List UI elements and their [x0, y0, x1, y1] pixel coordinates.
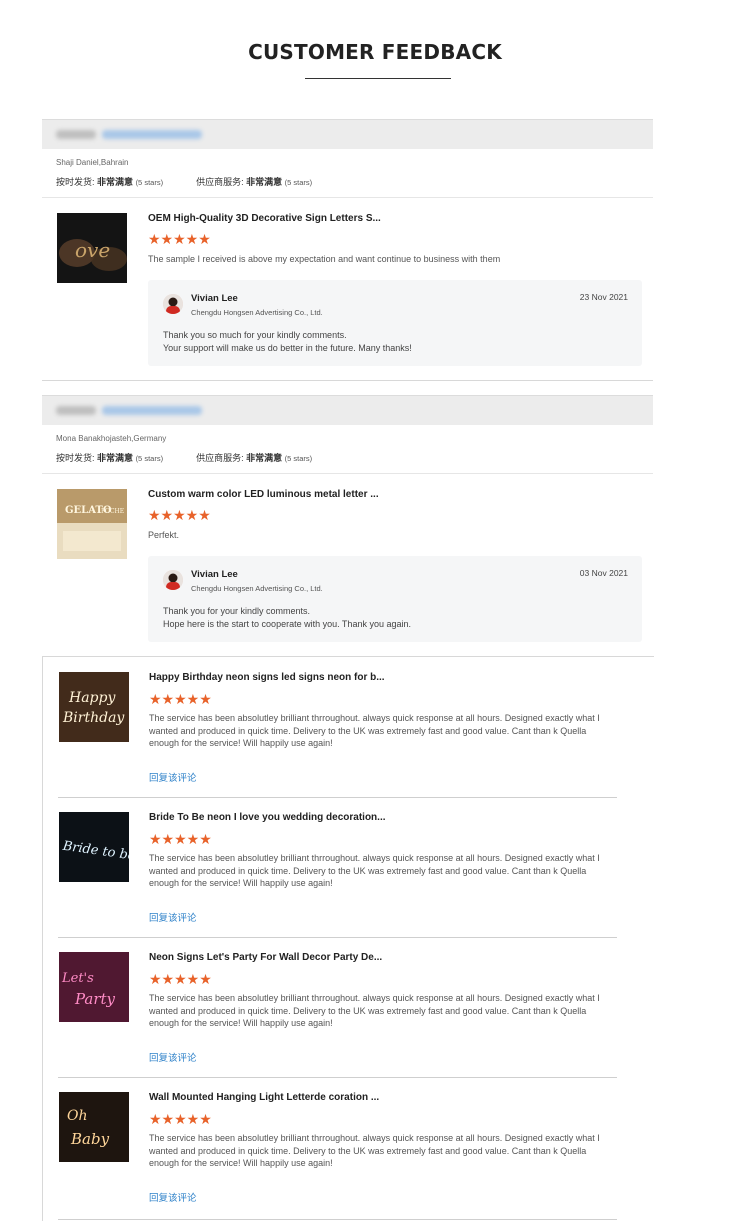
rating-stars: ★★★★★: [149, 831, 212, 847]
product-thumbnail[interactable]: Oh Baby: [59, 1092, 129, 1162]
service-stars: (5 stars): [284, 178, 313, 187]
product-title[interactable]: Neon Signs Let's Party For Wall Decor Pa…: [149, 952, 382, 963]
product-thumbnail[interactable]: Bride to be: [59, 812, 129, 882]
reply-to-review-link[interactable]: 回复该评论: [149, 770, 197, 784]
reply-to-review-link[interactable]: 回复该评论: [149, 910, 197, 924]
svg-text:Party: Party: [74, 990, 116, 1008]
product-thumbnail[interactable]: Happy Birthday: [59, 672, 129, 742]
reply-message: Thank you for your kindly comments. Hope…: [163, 605, 411, 631]
order-ratings: 按时发货: 非常满意 (5 stars) 供应商服务: 非常满意 (5 star…: [56, 175, 312, 188]
reply-line: Thank you for your kindly comments.: [163, 606, 311, 616]
service-stars: (5 stars): [284, 454, 313, 463]
list-item: Let's Party Neon Signs Let's Party For W…: [43, 937, 655, 1077]
reply-message: Thank you so much for your kindly commen…: [163, 329, 412, 355]
blurred-order-label: [56, 130, 96, 139]
product-title[interactable]: Custom warm color LED luminous metal let…: [148, 489, 379, 500]
rating-stars: ★★★★★: [149, 1111, 212, 1127]
svg-text:Let's: Let's: [61, 971, 94, 986]
product-thumbnail[interactable]: Let's Party: [59, 952, 129, 1022]
avatar: [163, 570, 183, 590]
service-value: 非常满意: [246, 177, 283, 187]
delivery-value: 非常满意: [97, 453, 134, 463]
order-ratings: 按时发货: 非常满意 (5 stars) 供应商服务: 非常满意 (5 star…: [56, 451, 312, 464]
reply-to-review-link[interactable]: 回复该评论: [149, 1190, 197, 1204]
order-info-bar: [42, 395, 653, 425]
rating-stars: ★★★★★: [148, 507, 211, 523]
reply-to-review-link[interactable]: 回复该评论: [149, 1050, 197, 1064]
rating-stars: ★★★★★: [149, 971, 212, 987]
review-text: The service has been absolutley brillian…: [149, 713, 600, 749]
service-label: 供应商服务:: [196, 453, 244, 463]
avatar: [163, 294, 183, 314]
buyer-name: Mona Banakhojasteh,Germany: [56, 434, 167, 443]
supplier-reply: Vivian Lee Chengdu Hongsen Advertising C…: [148, 556, 642, 642]
reply-company: Chengdu Hongsen Advertising Co., Ltd.: [191, 584, 323, 593]
blurred-order-label: [56, 406, 96, 415]
review-text: The service has been absolutley brillian…: [149, 853, 600, 889]
product-title[interactable]: Bride To Be neon I love you wedding deco…: [149, 812, 386, 823]
reply-date: 03 Nov 2021: [579, 568, 628, 578]
reply-line: Thank you so much for your kindly commen…: [163, 330, 347, 340]
product-thumbnail[interactable]: GELATO POCHE: [57, 489, 127, 559]
reply-line: Your support will make us do better in t…: [163, 343, 412, 353]
divider: [42, 473, 653, 474]
svg-text:Birthday: Birthday: [62, 710, 125, 726]
svg-text:Oh: Oh: [67, 1108, 88, 1124]
delivery-label: 按时发货:: [56, 453, 95, 463]
divider: [42, 197, 653, 198]
supplier-reply: Vivian Lee Chengdu Hongsen Advertising C…: [148, 280, 642, 366]
rating-stars: ★★★★★: [149, 691, 212, 707]
list-item: Oh Baby Wall Mounted Hanging Light Lette…: [43, 1077, 655, 1217]
divider: [42, 380, 653, 381]
reply-line: Hope here is the start to cooperate with…: [163, 619, 411, 629]
svg-text:ove: ove: [75, 238, 110, 262]
review-text: The service has been absolutley brillian…: [149, 993, 600, 1029]
rating-stars: ★★★★★: [148, 231, 211, 247]
svg-text:Baby: Baby: [70, 1130, 110, 1148]
product-title[interactable]: Wall Mounted Hanging Light Letterde cora…: [149, 1092, 379, 1103]
reply-author: Vivian Lee: [191, 569, 238, 580]
svg-text:Happy: Happy: [68, 690, 116, 706]
reply-company: Chengdu Hongsen Advertising Co., Ltd.: [191, 308, 323, 317]
blurred-order-number: [102, 130, 202, 139]
title-underline: [305, 78, 451, 79]
blurred-order-number: [102, 406, 202, 415]
divider: [58, 1219, 617, 1220]
review-text: The service has been absolutley brillian…: [149, 1133, 600, 1169]
product-title[interactable]: Happy Birthday neon signs led signs neon…: [149, 672, 385, 683]
order-feedback-2: Mona Banakhojasteh,Germany 按时发货: 非常满意 (5…: [42, 395, 653, 657]
list-item: Happy Birthday Happy Birthday neon signs…: [43, 657, 655, 797]
delivery-value: 非常满意: [97, 177, 134, 187]
list-item: Bride to be Bride To Be neon I love you …: [43, 797, 655, 937]
delivery-stars: (5 stars): [135, 454, 164, 463]
buyer-name: Shaji Daniel,Bahrain: [56, 158, 129, 167]
product-thumbnail[interactable]: ove: [57, 213, 127, 283]
page-title: CUSTOMER FEEDBACK: [248, 40, 502, 64]
delivery-stars: (5 stars): [135, 178, 164, 187]
order-feedback-1: Shaji Daniel,Bahrain 按时发货: 非常满意 (5 stars…: [42, 119, 653, 381]
svg-text:POCHE: POCHE: [101, 508, 124, 515]
service-label: 供应商服务:: [196, 177, 244, 187]
order-info-bar: [42, 119, 653, 149]
delivery-label: 按时发货:: [56, 177, 95, 187]
service-value: 非常满意: [246, 453, 283, 463]
review-text: The sample I received is above my expect…: [148, 254, 501, 264]
reviews-list: Happy Birthday Happy Birthday neon signs…: [42, 656, 654, 1221]
product-title[interactable]: OEM High-Quality 3D Decorative Sign Lett…: [148, 213, 381, 224]
reply-date: 23 Nov 2021: [579, 292, 628, 302]
review-text: Perfekt.: [148, 530, 180, 540]
reply-author: Vivian Lee: [191, 293, 238, 304]
